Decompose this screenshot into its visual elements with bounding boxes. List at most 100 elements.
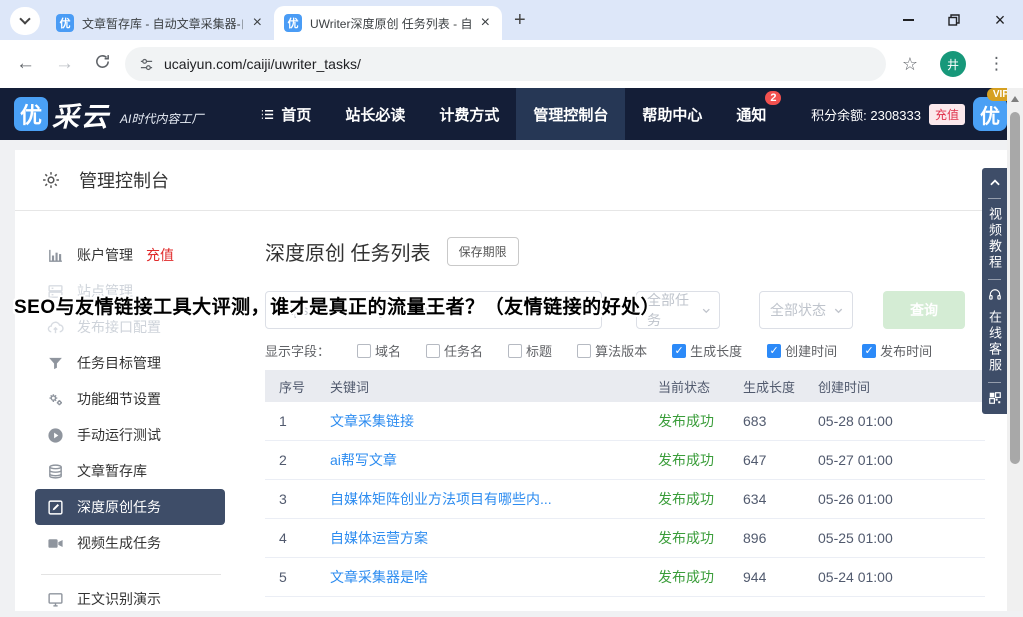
chevron-down-icon [833, 305, 844, 316]
sidebar: 账户管理 充值 站点管理 发布接口配置 任务目标管理 功能细节设置 手动运 [15, 211, 255, 611]
checkbox-label: 创建时间 [785, 341, 837, 360]
browser-menu-icon[interactable]: ⋮ [980, 54, 1013, 74]
console-card: 管理控制台 账户管理 充值 站点管理 发布接口配置 任务目标管理 [15, 150, 1007, 611]
checkbox-icon [426, 344, 440, 358]
field-checkbox-taskname[interactable]: 任务名 [426, 341, 483, 360]
sidebar-item-text-recognition[interactable]: 正文识别演示 [35, 581, 225, 617]
nav-item-must-read[interactable]: 站长必读 [328, 88, 422, 140]
cell-index: 1 [265, 413, 327, 429]
filter-icon [47, 355, 64, 372]
logo-icon[interactable]: 优 [14, 97, 48, 131]
query-button[interactable]: 查询 [883, 291, 965, 329]
browser-tab-bar: 优 文章暂存库 - 自动文章采集器-自动 × 优 UWriter深度原创 任务列… [0, 0, 1023, 40]
tab-close-icon[interactable]: × [479, 14, 492, 32]
chevron-down-icon [701, 305, 712, 316]
created-time: 05-24 01:00 [809, 569, 985, 585]
status-text: 发布成功 [641, 567, 731, 587]
nav-item-help[interactable]: 帮助中心 [625, 88, 719, 140]
minimize-button[interactable] [885, 0, 931, 40]
field-checkbox-created[interactable]: 创建时间 [767, 341, 837, 360]
tab-title: 文章暂存库 - 自动文章采集器-自动 [82, 15, 243, 32]
page-title: 管理控制台 [79, 167, 169, 193]
status-select-value: 全部状态 [770, 300, 826, 320]
page-scrollbar[interactable] [1007, 88, 1023, 611]
recharge-button[interactable]: 充值 [929, 104, 965, 125]
list-icon [260, 107, 275, 122]
url-text[interactable]: ucaiyun.com/caiji/uwriter_tasks/ [164, 56, 361, 72]
keyword-link[interactable]: 自媒体矩阵创业方法项目有哪些内... [330, 491, 552, 507]
sidebar-item-label: 账户管理 [77, 245, 133, 265]
recharge-link[interactable]: 充值 [146, 245, 174, 265]
keyword-link[interactable]: 文章采集器是啥 [330, 569, 428, 585]
field-checkbox-length[interactable]: 生成长度 [672, 341, 742, 360]
back-icon[interactable]: ← [10, 53, 41, 75]
nav-item-label: 计费方式 [439, 104, 499, 125]
sidebar-item-task-targets[interactable]: 任务目标管理 [35, 345, 225, 381]
avatar-char: 优 [980, 100, 1000, 129]
keyword-link[interactable]: ai帮写文章 [330, 452, 397, 468]
keyword-link[interactable]: 文章采集链接 [330, 413, 414, 429]
chevron-up-icon[interactable] [988, 176, 1002, 190]
scroll-up-arrow-icon[interactable] [1011, 96, 1019, 102]
list-title: 深度原创 任务列表 [265, 237, 431, 266]
length-value: 683 [731, 413, 809, 429]
close-window-button[interactable]: × [977, 0, 1023, 40]
nav-item-label: 管理控制台 [533, 104, 608, 125]
bookmark-star-icon[interactable]: ☆ [894, 54, 926, 75]
save-period-button[interactable]: 保存期限 [447, 237, 519, 266]
nav-item-notice[interactable]: 通知 2 [719, 88, 783, 140]
sidebar-item-article-store[interactable]: 文章暂存库 [35, 453, 225, 489]
status-text: 发布成功 [641, 528, 731, 548]
fields-label: 显示字段： [265, 341, 330, 360]
sidebar-item-deep-original[interactable]: 深度原创任务 [35, 489, 225, 525]
tab-search-button[interactable] [10, 7, 40, 35]
sidebar-item-feature-settings[interactable]: 功能细节设置 [35, 381, 225, 417]
keyword-link[interactable]: 自媒体运营方案 [330, 530, 428, 546]
cell-index: 2 [265, 452, 327, 468]
restore-icon [948, 14, 960, 26]
field-checkbox-algorithm[interactable]: 算法版本 [577, 341, 647, 360]
nav-right: 积分余额: 2308333 充值 优 VIP [811, 97, 1023, 131]
sidebar-divider [41, 574, 221, 575]
new-tab-button[interactable]: + [514, 9, 526, 32]
video-camera-icon [47, 535, 64, 552]
qr-code-icon[interactable] [988, 391, 1002, 405]
url-box[interactable]: ucaiyun.com/caiji/uwriter_tasks/ [125, 47, 886, 81]
sidebar-item-account[interactable]: 账户管理 充值 [35, 237, 225, 273]
field-checkbox-published[interactable]: 发布时间 [862, 341, 932, 360]
nav-item-console[interactable]: 管理控制台 [516, 88, 625, 140]
forward-icon[interactable]: → [49, 53, 80, 75]
reload-icon[interactable] [88, 53, 117, 76]
sidebar-item-video-tasks[interactable]: 视频生成任务 [35, 525, 225, 561]
length-value: 944 [731, 569, 809, 585]
field-checkbox-domain[interactable]: 域名 [357, 341, 401, 360]
online-service-button[interactable]: 在线客服 [988, 310, 1001, 374]
nav-item-label: 站长必读 [345, 104, 405, 125]
play-circle-icon [47, 427, 64, 444]
sidebar-item-manual-test[interactable]: 手动运行测试 [35, 417, 225, 453]
nav-menu: 首页 站长必读 计费方式 管理控制台 帮助中心 通知 2 [243, 88, 783, 140]
user-avatar[interactable]: 优 VIP [973, 97, 1007, 131]
nav-item-pricing[interactable]: 计费方式 [422, 88, 516, 140]
tab-close-icon[interactable]: × [251, 14, 264, 32]
col-header-index: 序号 [265, 377, 327, 396]
checkbox-label: 发布时间 [880, 341, 932, 360]
status-select[interactable]: 全部状态 [759, 291, 853, 329]
checkbox-label: 标题 [526, 341, 552, 360]
bar-chart-icon [47, 247, 64, 264]
monitor-icon [47, 591, 64, 608]
created-time: 05-27 01:00 [809, 452, 985, 468]
tasks-table: 序号 关键词 当前状态 生成长度 创建时间 1 文章采集链接 发布成功 683 … [265, 370, 985, 597]
col-header-created: 创建时间 [809, 377, 985, 396]
scrollbar-thumb[interactable] [1010, 112, 1020, 464]
restore-button[interactable] [931, 0, 977, 40]
field-checkbox-title[interactable]: 标题 [508, 341, 552, 360]
nav-item-home[interactable]: 首页 [243, 88, 328, 140]
video-tutorial-button[interactable]: 视频教程 [988, 207, 1001, 271]
browser-tab-inactive[interactable]: 优 文章暂存库 - 自动文章采集器-自动 × [46, 6, 274, 40]
browser-profile-avatar[interactable]: 井 [940, 51, 966, 77]
cell-index: 3 [265, 491, 327, 507]
site-favicon: 优 [56, 14, 74, 32]
logo-text[interactable]: 采云 [52, 95, 110, 134]
browser-tab-active[interactable]: 优 UWriter深度原创 任务列表 - 自 × [274, 6, 502, 40]
